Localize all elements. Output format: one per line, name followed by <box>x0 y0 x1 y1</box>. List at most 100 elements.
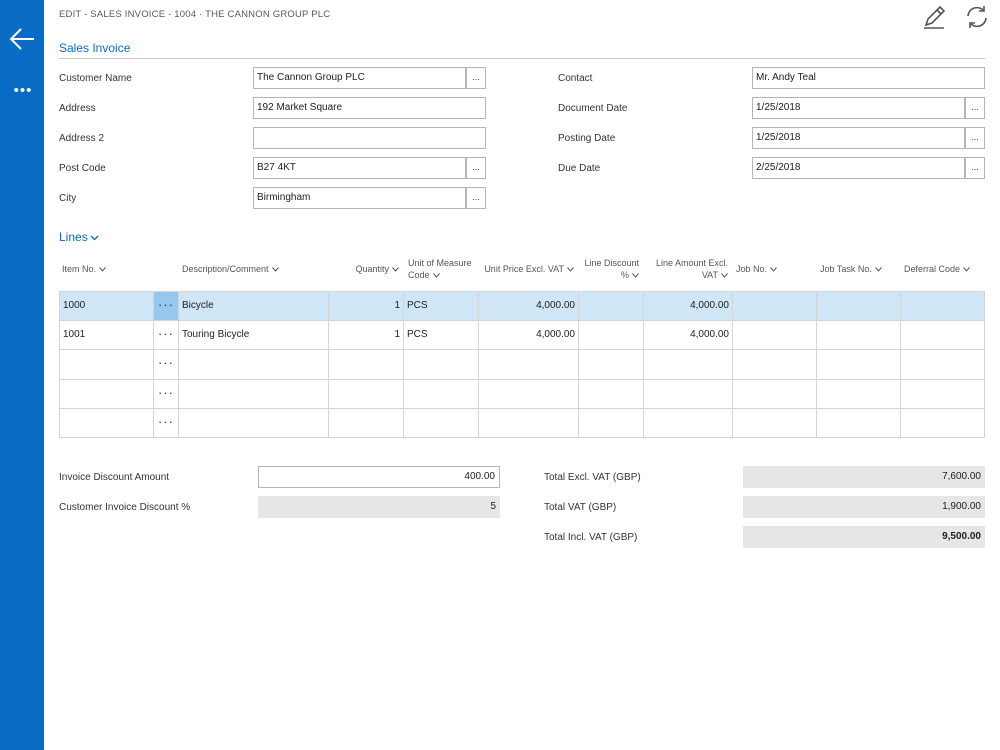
cell-deferral-code[interactable] <box>901 379 985 408</box>
post-code-lookup-button[interactable]: ... <box>466 157 486 179</box>
invoice-discount-amount-field[interactable]: 400.00 <box>258 466 500 488</box>
more-actions-button[interactable]: ••• <box>8 80 38 102</box>
col-description[interactable]: Description/Comment <box>182 263 279 275</box>
due-date-picker-button[interactable]: ... <box>965 157 985 179</box>
city-label: City <box>59 193 77 204</box>
cell-quantity[interactable] <box>329 379 404 408</box>
cell-line-amount[interactable] <box>644 350 733 379</box>
post-code-field[interactable]: B27 4KT <box>253 157 466 179</box>
cell-job-no[interactable] <box>733 408 817 437</box>
back-button[interactable] <box>8 24 38 54</box>
edit-button[interactable] <box>921 4 947 30</box>
cell-unit-price[interactable] <box>479 379 579 408</box>
cell-line-amount[interactable] <box>644 379 733 408</box>
address-field[interactable]: 192 Market Square <box>253 97 486 119</box>
address2-label: Address 2 <box>59 133 105 144</box>
city-lookup-button[interactable]: ... <box>466 187 486 209</box>
table-row[interactable]: 1000 ··· Bicycle 1 PCS 4,000.00 4,000.00 <box>60 292 985 322</box>
cell-quantity[interactable] <box>329 408 404 437</box>
col-line-discount[interactable]: Line Discount% <box>580 257 639 281</box>
lines-section-toggle[interactable]: Lines <box>59 230 99 244</box>
col-line-amount[interactable]: Line Amount Excl. VAT <box>645 257 728 281</box>
posting-date-label: Posting Date <box>558 133 616 144</box>
cell-uom[interactable] <box>404 408 479 437</box>
refresh-button[interactable] <box>964 4 990 30</box>
cell-deferral-code[interactable] <box>901 292 985 321</box>
cell-item-no[interactable] <box>60 379 154 408</box>
cell-uom[interactable] <box>404 379 479 408</box>
cell-deferral-code[interactable] <box>901 321 985 350</box>
posting-date-field[interactable]: 1/25/2018 <box>752 127 965 149</box>
row-menu-button[interactable]: ··· <box>154 350 179 379</box>
cell-item-no[interactable] <box>60 408 154 437</box>
cell-line-amount[interactable]: 4,000.00 <box>644 321 733 350</box>
total-incl-vat-value: 9,500.00 <box>743 526 985 548</box>
cell-uom[interactable] <box>404 350 479 379</box>
cell-quantity[interactable] <box>329 350 404 379</box>
cell-job-task-no[interactable] <box>817 350 901 379</box>
col-job-task-no[interactable]: Job Task No. <box>820 263 882 275</box>
due-date-field[interactable]: 2/25/2018 <box>752 157 965 179</box>
chevron-down-icon <box>432 273 440 278</box>
row-menu-button[interactable]: ··· <box>154 321 179 350</box>
chevron-down-icon <box>99 267 106 272</box>
cell-description[interactable]: Touring Bicycle <box>179 321 329 350</box>
cell-job-task-no[interactable] <box>817 292 901 321</box>
col-item-no[interactable]: Item No. <box>62 263 106 275</box>
col-quantity[interactable]: Quantity <box>330 263 399 275</box>
cell-line-discount[interactable] <box>579 350 644 379</box>
customer-name-lookup-button[interactable]: ... <box>466 67 486 89</box>
section-divider <box>59 58 985 59</box>
table-row[interactable]: 1001 ··· Touring Bicycle 1 PCS 4,000.00 … <box>60 321 985 351</box>
cell-item-no[interactable]: 1001 <box>60 321 154 350</box>
cell-job-no[interactable] <box>733 321 817 350</box>
cell-description[interactable] <box>179 350 329 379</box>
cell-line-discount[interactable] <box>579 292 644 321</box>
cell-unit-price[interactable] <box>479 350 579 379</box>
cell-line-amount[interactable] <box>644 408 733 437</box>
col-deferral-code[interactable]: Deferral Code <box>904 263 970 275</box>
cell-job-task-no[interactable] <box>817 408 901 437</box>
cell-description[interactable] <box>179 408 329 437</box>
col-job-no[interactable]: Job No. <box>736 263 777 275</box>
total-excl-vat-label: Total Excl. VAT (GBP) <box>544 472 641 483</box>
cell-uom[interactable]: PCS <box>404 292 479 321</box>
cell-unit-price[interactable]: 4,000.00 <box>479 292 579 321</box>
cell-line-discount[interactable] <box>579 321 644 350</box>
cell-unit-price[interactable] <box>479 408 579 437</box>
table-row[interactable]: ··· <box>60 408 985 438</box>
table-row[interactable]: ··· <box>60 379 985 409</box>
row-menu-button[interactable]: ··· <box>154 292 179 321</box>
cell-quantity[interactable]: 1 <box>329 292 404 321</box>
cell-job-task-no[interactable] <box>817 379 901 408</box>
customer-name-field[interactable]: The Cannon Group PLC <box>253 67 466 89</box>
cell-description[interactable] <box>179 379 329 408</box>
cell-line-amount[interactable]: 4,000.00 <box>644 292 733 321</box>
cell-unit-price[interactable]: 4,000.00 <box>479 321 579 350</box>
posting-date-picker-button[interactable]: ... <box>965 127 985 149</box>
cell-description[interactable]: Bicycle <box>179 292 329 321</box>
document-date-picker-button[interactable]: ... <box>965 97 985 119</box>
cell-job-no[interactable] <box>733 292 817 321</box>
address2-field[interactable] <box>253 127 486 149</box>
cell-job-no[interactable] <box>733 350 817 379</box>
cell-uom[interactable]: PCS <box>404 321 479 350</box>
cell-line-discount[interactable] <box>579 408 644 437</box>
cell-deferral-code[interactable] <box>901 350 985 379</box>
cell-quantity[interactable]: 1 <box>329 321 404 350</box>
cell-job-no[interactable] <box>733 379 817 408</box>
cell-item-no[interactable] <box>60 350 154 379</box>
cell-item-no[interactable]: 1000 <box>60 292 154 321</box>
row-menu-button[interactable]: ··· <box>154 379 179 408</box>
col-unit-of-measure[interactable]: Unit of Measure Code <box>408 257 472 281</box>
col-unit-price[interactable]: Unit Price Excl. VAT <box>480 263 574 275</box>
chevron-down-icon <box>721 273 728 278</box>
city-field[interactable]: Birmingham <box>253 187 466 209</box>
row-menu-button[interactable]: ··· <box>154 408 179 437</box>
document-date-field[interactable]: 1/25/2018 <box>752 97 965 119</box>
table-row[interactable]: ··· <box>60 350 985 380</box>
cell-job-task-no[interactable] <box>817 321 901 350</box>
contact-field[interactable]: Mr. Andy Teal <box>752 67 985 89</box>
cell-line-discount[interactable] <box>579 379 644 408</box>
cell-deferral-code[interactable] <box>901 408 985 437</box>
